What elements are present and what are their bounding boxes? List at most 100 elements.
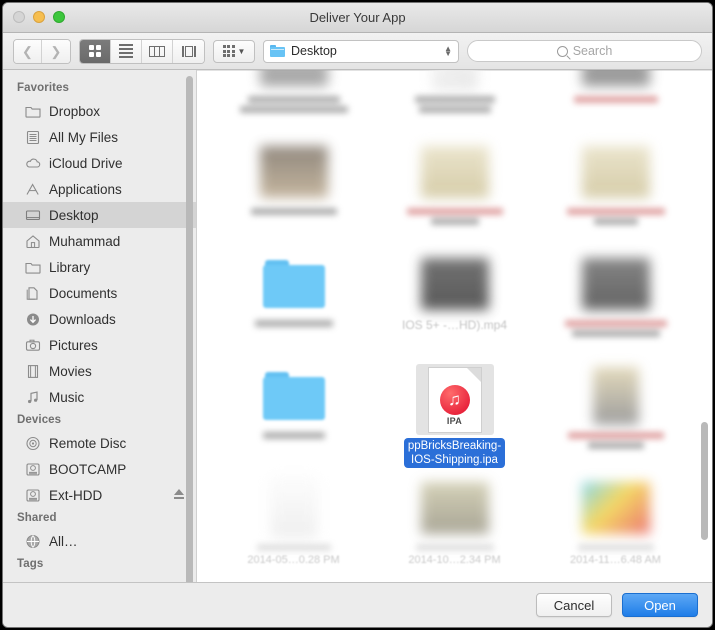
chevron-updown-icon: ▲ ▼ bbox=[444, 44, 452, 58]
file-item[interactable] bbox=[374, 140, 535, 244]
sidebar-item-applications[interactable]: Applications bbox=[3, 176, 196, 202]
file-thumbnail bbox=[580, 476, 652, 540]
file-thumbnail bbox=[419, 252, 491, 316]
list-view-button[interactable] bbox=[111, 39, 142, 63]
sidebar-item-remote-disc[interactable]: Remote Disc bbox=[3, 430, 196, 456]
sidebar-item-documents[interactable]: Documents bbox=[3, 280, 196, 306]
folder-thumbnail bbox=[258, 252, 330, 316]
folder-icon bbox=[262, 260, 325, 308]
coverflow-view-button[interactable] bbox=[173, 39, 204, 63]
open-button[interactable]: Open bbox=[622, 593, 698, 617]
arrange-button[interactable]: ▼ bbox=[213, 39, 255, 63]
forward-button[interactable]: ❯ bbox=[42, 39, 70, 63]
toolbar: ❮ ❯ ▼ Desktop ▲ ▼ Search bbox=[3, 33, 712, 70]
file-item[interactable] bbox=[535, 70, 696, 132]
ipa-badge-label: IPA bbox=[446, 415, 463, 426]
selected-file-name-line1: ppBricksBreaking- bbox=[407, 440, 502, 452]
home-icon bbox=[25, 234, 41, 249]
applications-icon bbox=[25, 182, 41, 197]
navigation-buttons: ❮ ❯ bbox=[13, 38, 71, 64]
window-title: Deliver Your App bbox=[309, 10, 406, 25]
sidebar-item-label: Ext-HDD bbox=[49, 487, 103, 503]
file-picker-window: Deliver Your App ❮ ❯ ▼ Desktop ▲ ▼ Searc… bbox=[2, 2, 713, 628]
folder-item[interactable] bbox=[213, 364, 374, 468]
cloud-icon bbox=[25, 156, 41, 171]
movies-icon bbox=[25, 364, 41, 379]
file-browser: IOS 5+ -…HD).mp4 IPA bbox=[197, 70, 712, 582]
sidebar-item-library[interactable]: Library bbox=[3, 254, 196, 280]
harddisk-icon bbox=[25, 488, 41, 503]
view-mode-buttons bbox=[79, 38, 205, 64]
file-grid-scrollbar[interactable] bbox=[701, 422, 708, 540]
harddisk-icon bbox=[25, 462, 41, 477]
sidebar-item-music[interactable]: Music bbox=[3, 384, 196, 410]
selected-file-name-line2: IOS-Shipping.ipa bbox=[411, 454, 498, 466]
file-item[interactable]: IOS 5+ -…HD).mp4 bbox=[374, 252, 535, 356]
sidebar-item-icloud-drive[interactable]: iCloud Drive bbox=[3, 150, 196, 176]
sidebar-item-all-my-files[interactable]: All My Files bbox=[3, 124, 196, 150]
back-button[interactable]: ❮ bbox=[14, 39, 42, 63]
sidebar-item-ext-hdd[interactable]: Ext-HDD bbox=[3, 482, 196, 508]
sidebar-item-downloads[interactable]: Downloads bbox=[3, 306, 196, 332]
file-label bbox=[564, 320, 667, 337]
sidebar-item-label: Pictures bbox=[49, 337, 98, 353]
eject-icon[interactable] bbox=[174, 489, 184, 499]
sidebar-scrollbar[interactable] bbox=[186, 76, 193, 582]
file-item[interactable] bbox=[213, 140, 374, 244]
file-item[interactable] bbox=[535, 140, 696, 244]
sidebar-item-desktop[interactable]: Desktop bbox=[3, 202, 196, 228]
sidebar-item-all-shared[interactable]: All… bbox=[3, 528, 196, 554]
file-label bbox=[414, 96, 495, 113]
arrange-icon bbox=[222, 45, 235, 57]
folder-icon bbox=[25, 260, 41, 275]
column-view-button[interactable] bbox=[142, 39, 173, 63]
sidebar-item-bootcamp[interactable]: BOOTCAMP bbox=[3, 456, 196, 482]
search-icon bbox=[556, 45, 568, 57]
desktop-icon bbox=[25, 208, 41, 223]
title-bar: Deliver Your App bbox=[3, 3, 712, 33]
file-label bbox=[406, 208, 503, 225]
search-field[interactable]: Search bbox=[467, 40, 702, 62]
sidebar-item-label: iCloud Drive bbox=[49, 155, 123, 171]
folder-item[interactable] bbox=[213, 252, 374, 356]
file-item[interactable] bbox=[213, 70, 374, 132]
list-icon bbox=[119, 44, 133, 58]
file-thumbnail bbox=[580, 252, 652, 316]
file-item[interactable]: 2014-10…2.34 PM bbox=[374, 476, 535, 580]
sidebar-header-tags: Tags bbox=[17, 558, 44, 570]
icon-view-button[interactable] bbox=[80, 39, 111, 63]
file-thumbnail bbox=[258, 476, 330, 540]
documents-icon bbox=[25, 286, 41, 301]
file-item[interactable]: 2014-11…6.48 AM bbox=[535, 476, 696, 580]
coverflow-icon bbox=[181, 45, 196, 57]
selected-file-item[interactable]: IPA ppBricksBreaking- IOS-Shipping.ipa bbox=[374, 364, 535, 468]
file-thumbnail bbox=[580, 364, 652, 428]
pictures-icon bbox=[25, 338, 41, 353]
folder-thumbnail bbox=[258, 364, 330, 428]
file-label bbox=[415, 544, 494, 551]
sidebar-header-favorites: Favorites bbox=[17, 82, 70, 94]
sidebar-item-dropbox[interactable]: Dropbox bbox=[3, 98, 196, 124]
file-date-label: 2014-05…0.28 PM bbox=[247, 554, 340, 566]
file-item[interactable] bbox=[535, 252, 696, 356]
file-item[interactable] bbox=[374, 70, 535, 132]
folder-icon bbox=[270, 45, 285, 57]
path-popup-button[interactable]: Desktop ▲ ▼ bbox=[263, 39, 459, 63]
columns-icon bbox=[149, 45, 165, 57]
folder-icon bbox=[25, 104, 41, 119]
file-thumbnail bbox=[258, 140, 330, 204]
cancel-button[interactable]: Cancel bbox=[536, 593, 612, 617]
sidebar-item-label: Downloads bbox=[49, 311, 116, 327]
sidebar-item-movies[interactable]: Movies bbox=[3, 358, 196, 384]
sidebar-item-label: Library bbox=[49, 259, 91, 275]
sidebar-item-muhammad[interactable]: Muhammad bbox=[3, 228, 196, 254]
sidebar-item-label: Applications bbox=[49, 181, 122, 197]
all-files-icon bbox=[25, 130, 41, 145]
sidebar-item-label: Dropbox bbox=[49, 103, 101, 119]
file-item[interactable]: 2014-05…0.28 PM bbox=[213, 476, 374, 580]
folder-icon bbox=[262, 372, 325, 420]
sidebar-item-pictures[interactable]: Pictures bbox=[3, 332, 196, 358]
file-label bbox=[239, 96, 348, 113]
file-item[interactable] bbox=[535, 364, 696, 468]
dialog-footer: Cancel Open bbox=[3, 583, 712, 627]
